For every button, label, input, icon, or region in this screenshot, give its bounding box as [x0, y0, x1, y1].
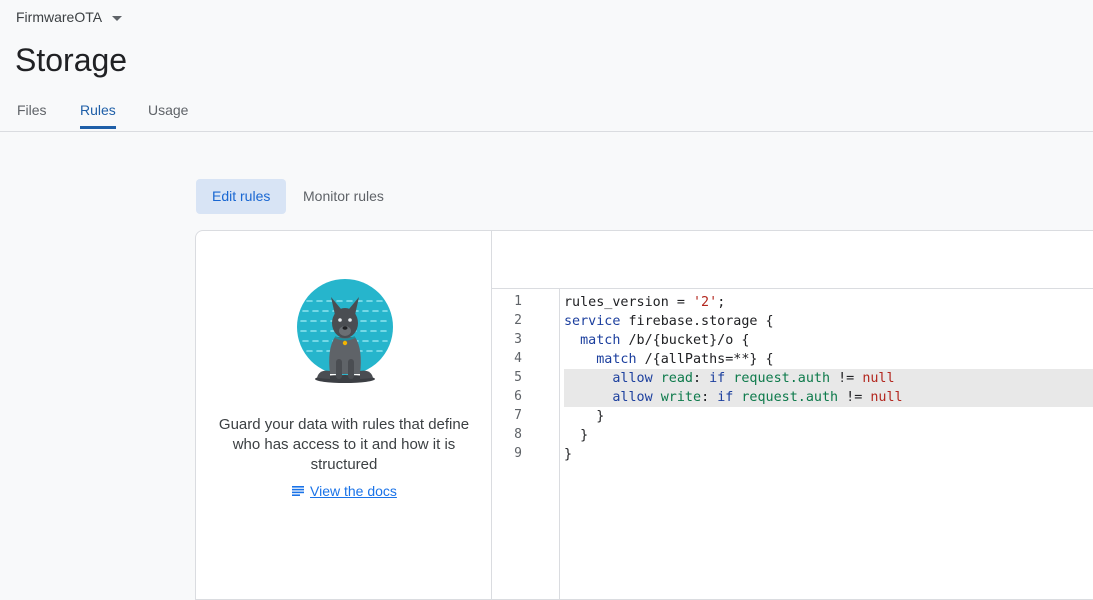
- tab-rules[interactable]: Rules: [80, 102, 116, 129]
- code-line: match /{allPaths=**} {: [596, 352, 774, 367]
- line-number: 5: [514, 370, 522, 385]
- code-line: }: [564, 428, 589, 443]
- edit-rules-button[interactable]: Edit rules: [196, 179, 287, 214]
- code-line: match /b/{bucket}/o {: [580, 333, 750, 348]
- view-docs-link[interactable]: View the docs: [292, 483, 397, 499]
- line-number: 4: [514, 351, 522, 366]
- line-number: 1: [514, 294, 522, 309]
- project-selector[interactable]: FirmwareOTA: [16, 9, 123, 25]
- rules-description: Guard your data with rules that define w…: [218, 416, 470, 473]
- chevron-down-icon: [112, 15, 123, 21]
- code-editor[interactable]: rules_version = '2'; service firebase.st…: [560, 288, 1093, 599]
- line-number-gutter: 1 2 3 4 5 6 7 8 9: [492, 288, 560, 599]
- tab-bar: Files Rules Usage: [0, 100, 1093, 132]
- editor-toolbar: [492, 231, 1093, 289]
- line-number: 9: [514, 446, 522, 461]
- code-line: allow write: if request.auth != null: [612, 390, 903, 405]
- info-panel: Guard your data with rules that define w…: [196, 231, 492, 599]
- line-number: 2: [514, 313, 522, 328]
- line-number: 8: [514, 427, 522, 442]
- tab-usage[interactable]: Usage: [148, 102, 188, 126]
- page-title: Storage: [15, 42, 128, 78]
- code-line: }: [564, 409, 605, 424]
- line-number: 6: [514, 389, 522, 404]
- code-line: service firebase.storage {: [564, 314, 774, 329]
- docs-icon: [292, 486, 304, 496]
- line-number: 3: [514, 332, 522, 347]
- code-line: }: [564, 447, 573, 462]
- view-docs-label: View the docs: [310, 483, 397, 499]
- code-line: rules_version = '2';: [564, 295, 726, 310]
- project-name: FirmwareOTA: [16, 9, 103, 25]
- rules-card: Guard your data with rules that define w…: [195, 230, 1093, 600]
- tab-files[interactable]: Files: [17, 102, 47, 126]
- code-line: allow read: if request.auth != null: [612, 371, 895, 386]
- monitor-rules-button[interactable]: Monitor rules: [287, 179, 400, 214]
- line-number: 7: [514, 408, 522, 423]
- dog-illustration: [297, 279, 393, 383]
